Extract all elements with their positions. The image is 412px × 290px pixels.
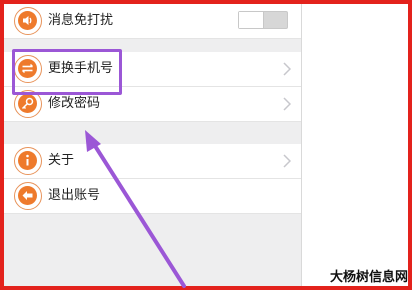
- info-icon: [14, 147, 42, 175]
- settings-panel: 消息免打扰 更换手机号 修改密码 关于 退出账号: [4, 4, 302, 286]
- do-not-disturb-toggle[interactable]: [238, 11, 288, 29]
- toggle-knob: [239, 12, 264, 28]
- chevron-right-icon: [283, 97, 291, 111]
- settings-item-label: 关于: [48, 153, 75, 168]
- logout-icon: [14, 182, 42, 210]
- right-pane: [302, 4, 408, 286]
- settings-item-do-not-disturb[interactable]: 消息免打扰: [4, 4, 301, 39]
- highlight-box: [12, 49, 122, 95]
- chevron-right-icon: [283, 154, 291, 168]
- settings-item-label: 消息免打扰: [48, 13, 114, 28]
- settings-item-about[interactable]: 关于: [4, 144, 301, 179]
- settings-item-logout[interactable]: 退出账号: [4, 179, 301, 214]
- settings-item-label: 退出账号: [48, 188, 101, 203]
- watermark: 大杨树信息网: [329, 270, 408, 285]
- chevron-right-icon: [283, 62, 291, 76]
- speaker-icon: [14, 7, 42, 35]
